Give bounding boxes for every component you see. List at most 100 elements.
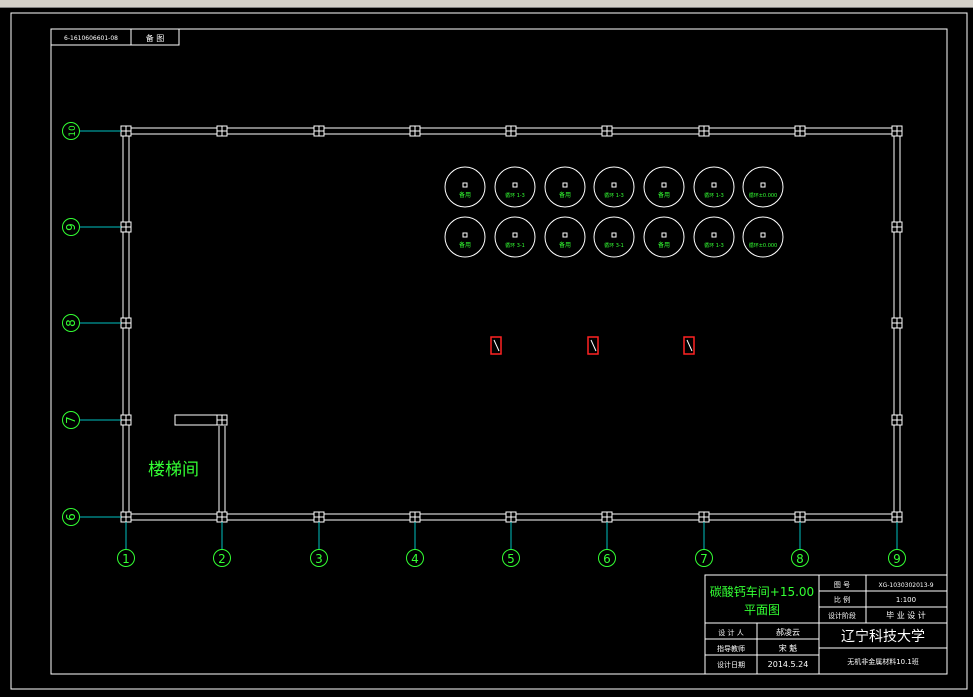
equipment-label: 循环 1-3	[505, 192, 525, 199]
column-marker	[120, 511, 132, 523]
equipment-label: 循环 1-3	[604, 192, 624, 199]
column-axis: 8	[791, 522, 809, 567]
column-axis-label: 9	[893, 552, 901, 566]
equipment-tanks: 备用 循环 1-3 备用 循环 1-3 备用 循环 1-3 循环±0.000备用 循环 3-1…	[444, 166, 784, 258]
column-axis: 6	[598, 522, 616, 567]
opening-marker	[683, 336, 695, 355]
row-axis-label: 10	[68, 125, 78, 137]
advisor-value: 宋 魁	[779, 643, 798, 653]
column-marker	[891, 414, 903, 426]
stage-value: 毕 业 设 计	[886, 610, 926, 620]
row-axis: 6	[62, 508, 121, 526]
column-marker	[794, 511, 806, 523]
column-marker	[505, 511, 517, 523]
column-axis-label: 1	[122, 552, 130, 566]
equipment-tank: 备用	[643, 166, 685, 208]
equipment-label: 循环±0.000	[749, 242, 778, 249]
column-axis-label: 3	[315, 552, 323, 566]
scale-label: 比 例	[834, 595, 850, 604]
equipment-tank: 循环±0.000	[742, 216, 784, 258]
advisor-label: 指导教师	[717, 644, 745, 653]
stage-label: 设计阶段	[828, 611, 856, 620]
row-axis: 9	[62, 218, 121, 236]
date-label: 设计日期	[717, 660, 745, 669]
code-box-code: 6-1610606601-08	[64, 35, 118, 42]
column-marker	[601, 511, 613, 523]
equipment-label: 备用	[559, 191, 571, 199]
equipment-tank: 备用	[544, 216, 586, 258]
column-axis: 7	[695, 522, 713, 567]
equipment-tank: 循环 3-1	[593, 216, 635, 258]
column-axis-label: 5	[507, 552, 515, 566]
row-axis: 7	[62, 411, 121, 429]
column-axis-label: 2	[218, 552, 226, 566]
column-marker	[505, 125, 517, 137]
equipment-tank: 循环 1-3	[494, 166, 536, 208]
column-axis: 3	[310, 522, 328, 567]
opening-marker	[587, 336, 599, 355]
equipment-label: 循环 1-3	[704, 192, 724, 199]
code-box: 6-1610606601-08 备 图	[50, 28, 180, 46]
equipment-label: 循环 3-1	[604, 242, 624, 249]
opening-markers	[490, 336, 695, 355]
column-axis: 1	[117, 522, 135, 567]
equipment-label: 备用	[658, 191, 670, 199]
row-axis-label: 9	[64, 223, 78, 231]
row-axis: 10	[62, 122, 121, 140]
column-marker	[313, 125, 325, 137]
equipment-label: 备用	[459, 241, 471, 249]
equipment-tank: 循环 3-1	[494, 216, 536, 258]
equipment-tank: 循环 1-3	[693, 166, 735, 208]
title-line2: 平面图	[744, 603, 780, 617]
equipment-tank: 备用	[444, 216, 486, 258]
column-axis-label: 7	[700, 552, 708, 566]
opening-marker	[490, 336, 502, 355]
row-axis-label: 8	[64, 319, 78, 327]
title-line1: 碳酸钙车间+15.00	[710, 584, 814, 599]
equipment-label: 备用	[459, 191, 471, 199]
column-axis: 9	[888, 522, 906, 567]
column-marker	[601, 125, 613, 137]
equipment-label: 备用	[559, 241, 571, 249]
row-axis: 8	[62, 314, 121, 332]
column-axis-label: 4	[411, 552, 419, 566]
column-marker	[409, 125, 421, 137]
column-marker	[313, 511, 325, 523]
column-marker	[891, 221, 903, 233]
row-axis-label: 6	[64, 513, 78, 521]
date-value: 2014.5.24	[768, 660, 809, 669]
column-marker	[891, 317, 903, 329]
column-marker	[216, 414, 228, 426]
equipment-label: 循环 3-1	[505, 242, 525, 249]
equipment-tank: 循环 1-3	[593, 166, 635, 208]
column-marker	[891, 511, 903, 523]
column-marker	[120, 221, 132, 233]
outer-frame	[10, 12, 968, 690]
column-marker	[794, 125, 806, 137]
column-axis-label: 6	[603, 552, 611, 566]
equipment-label: 备用	[658, 241, 670, 249]
column-marker	[891, 125, 903, 137]
cad-drawing: 6-1610606601-08 备 图 1 2 3 4 5 6 7 8 9109876 楼梯间 …	[10, 12, 968, 690]
scale-value: 1:100	[896, 596, 916, 604]
equipment-label: 循环 1-3	[704, 242, 724, 249]
column-marker	[216, 125, 228, 137]
room-label-stairs: 楼梯间	[148, 460, 199, 480]
code-box-label: 备 图	[146, 33, 165, 43]
column-axis: 2	[213, 522, 231, 567]
equipment-tank: 循环 1-3	[693, 216, 735, 258]
row-axis-label: 7	[64, 416, 78, 424]
drawing-no-label: 图 号	[834, 581, 850, 589]
column-axis: 5	[502, 522, 520, 567]
school-name: 辽宁科技大学	[841, 628, 925, 645]
equipment-label: 循环±0.000	[749, 192, 778, 199]
equipment-tank: 循环±0.000	[742, 166, 784, 208]
axis-lines: 1 2 3 4 5 6 7 8 9 10 9 8 7 6	[62, 122, 906, 567]
equipment-tank: 备用	[444, 166, 486, 208]
column-marker	[216, 511, 228, 523]
column-axis: 4	[406, 522, 424, 567]
column-marker	[120, 414, 132, 426]
drawing-no-value: XG-1030302013-9	[878, 582, 933, 589]
class-name: 无机非金属材料10.1班	[847, 657, 919, 666]
column-marker	[120, 125, 132, 137]
